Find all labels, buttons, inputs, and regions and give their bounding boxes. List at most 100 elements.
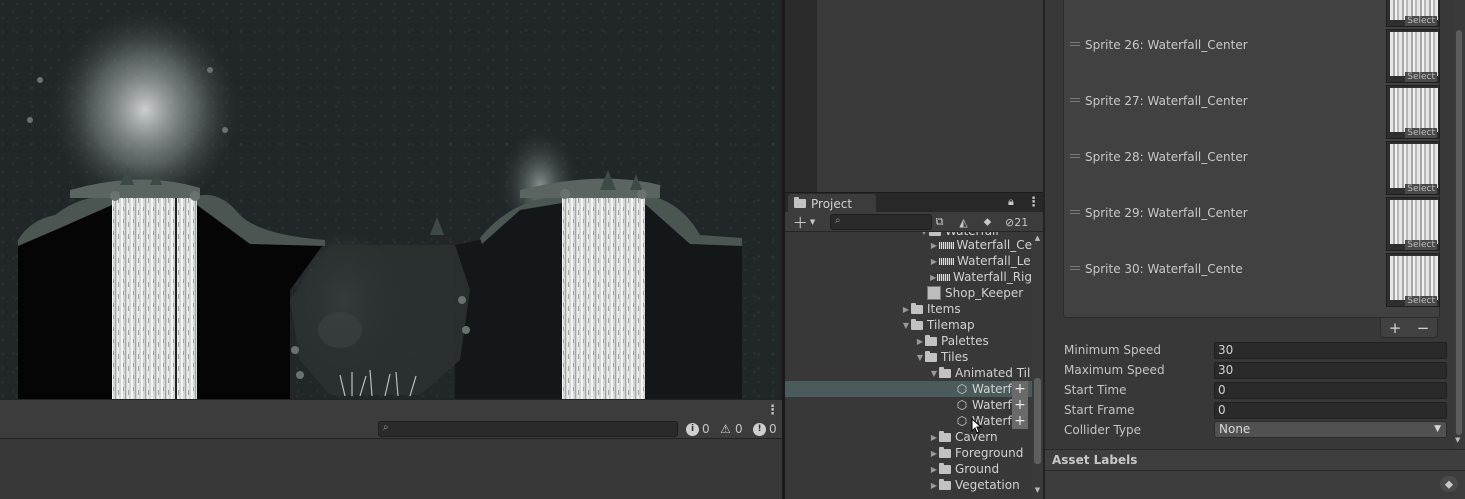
select-label[interactable]: Select (1405, 296, 1437, 306)
info-count: 0 (702, 422, 710, 436)
tree-item[interactable]: ▼ Animated Til (785, 365, 1032, 381)
sprite-list-item[interactable]: Sprite 28: Waterfall_Center Select (1064, 141, 1441, 197)
console-log-area (0, 439, 782, 499)
start-frame-label: Start Frame (1064, 403, 1135, 417)
project-tree[interactable]: ▼Waterfall ▶Waterfall_Ce ▶Waterfall_Le ▶… (785, 232, 1032, 499)
project-search-input[interactable]: ⌕ (830, 214, 932, 230)
collider-type-dropdown[interactable]: None ▼ (1214, 421, 1447, 438)
select-label[interactable]: Select (1405, 184, 1437, 194)
sprite-thumbnail[interactable]: Select (1386, 29, 1440, 83)
chevron-down-icon: ▼ (1434, 424, 1441, 434)
drag-handle-icon[interactable] (1070, 210, 1080, 214)
console-warning-toggle[interactable]: ⚠ 0 (719, 421, 743, 437)
lock-icon[interactable]: 🔒︎ (1008, 195, 1014, 209)
tree-item[interactable]: ▶ Vegetation (785, 477, 1032, 493)
tree-item[interactable]: ▶ Waterfall_Le (785, 253, 1032, 269)
error-count: 0 (769, 422, 777, 436)
start-frame-field[interactable]: 0 (1214, 402, 1447, 419)
tree-item[interactable]: ⬡ Waterf + (785, 397, 1032, 413)
folder-icon (929, 232, 941, 236)
tree-item[interactable]: ▶ Cavern (785, 429, 1032, 445)
scroll-down-icon[interactable]: ▼ (1455, 436, 1460, 444)
tree-item[interactable]: ▼ Tilemap (785, 317, 1032, 333)
hidden-packages-toggle[interactable]: ⊘ 21 (1005, 214, 1039, 230)
tree-item[interactable]: ⬡ Waterf + (785, 413, 1032, 429)
folder-icon (911, 318, 923, 330)
mouse-cursor-icon (971, 418, 983, 434)
waterfall-tile-left (112, 198, 197, 399)
console-error-toggle[interactable]: ! 0 (753, 421, 777, 437)
folder-icon (939, 430, 951, 442)
tag-icon[interactable]: ⬥ (1440, 476, 1458, 492)
tree-item[interactable]: ▶ Foreground (785, 445, 1032, 461)
min-speed-label: Minimum Speed (1064, 343, 1162, 357)
create-dropdown-button[interactable]: ＋ ▼ (791, 214, 817, 232)
add-icon[interactable]: + (1012, 381, 1028, 397)
project-toolbar: ＋ ▼ ⌕ ⧉ ◭ ⬥ ⊘ 21 (785, 212, 1043, 232)
project-scrollbar[interactable]: ▲ ▼ (1032, 232, 1043, 499)
sprite-thumbnail[interactable]: Select (1386, 141, 1440, 195)
search-icon: ⌕ (383, 422, 389, 433)
start-time-field[interactable]: 0 (1214, 382, 1447, 399)
project-tab-bar: Project 🔒︎ ⋮ (785, 192, 1043, 213)
inspector-panel: Select Sprite 26: Waterfall_Center Selec… (1045, 0, 1465, 499)
sprite-list-item[interactable]: Sprite 30: Waterfall_Cente Select (1064, 253, 1441, 309)
scroll-down-icon[interactable]: ▼ (1032, 486, 1043, 494)
error-icon: ! (753, 422, 766, 436)
sprite-list-item[interactable]: Sprite 26: Waterfall_Center Select (1064, 29, 1441, 85)
sprite-thumbnail[interactable]: Select (1386, 85, 1440, 139)
tree-item-selected[interactable]: ⬡ Waterf + (785, 381, 1032, 397)
tree-item[interactable]: ▶ Waterfall_Ce (785, 237, 1032, 253)
folder-icon (925, 334, 937, 346)
add-icon[interactable]: + (1012, 413, 1028, 429)
drag-handle-icon[interactable] (1070, 266, 1080, 270)
remove-element-button[interactable]: − (1417, 319, 1430, 337)
add-element-button[interactable]: + (1389, 319, 1402, 337)
tree-item[interactable]: ▶ Palettes (785, 333, 1032, 349)
add-icon[interactable]: + (1012, 397, 1028, 413)
sprite-thumbnail[interactable]: Select (1386, 253, 1440, 307)
filter-by-label-icon[interactable]: ◭ (955, 214, 972, 230)
scene-view[interactable] (0, 0, 782, 399)
asset-labels-header[interactable]: Asset Labels (1045, 449, 1465, 471)
scrollbar-thumb[interactable] (1456, 30, 1462, 435)
scroll-up-icon[interactable]: ▲ (1032, 234, 1043, 242)
tree-item[interactable]: ▶ Waterfall_Rig (785, 269, 1032, 285)
tab-project[interactable]: Project (788, 194, 876, 213)
sprite-thumbnail[interactable]: Select (1386, 0, 1440, 27)
console-menu-icon[interactable]: ⋮ (766, 404, 779, 417)
tile-asset-icon: ⬡ (956, 414, 968, 428)
tag-icon[interactable]: ⬥ (979, 214, 996, 230)
min-speed-field[interactable]: 30 (1214, 342, 1447, 359)
animated-sprites-list: Select Sprite 26: Waterfall_Center Selec… (1063, 0, 1440, 318)
max-speed-field[interactable]: 30 (1214, 362, 1447, 379)
sprite-thumbnail[interactable]: Select (1386, 197, 1440, 251)
search-by-type-icon[interactable]: ⧉ (931, 214, 948, 230)
asset-labels-area: ⬥ (1045, 471, 1465, 499)
console-search-input[interactable]: ⌕ (378, 421, 678, 437)
inspector-scrollbar[interactable]: ▼ (1453, 0, 1465, 449)
sprite-list-item[interactable]: Sprite 29: Waterfall_Center Select (1064, 197, 1441, 253)
select-label[interactable]: Select (1405, 128, 1437, 138)
scrollbar-thumb[interactable] (1034, 378, 1041, 464)
tree-item[interactable]: Shop_Keeper (785, 285, 1032, 301)
tree-item[interactable]: ▶ Ground (785, 461, 1032, 477)
drag-handle-icon[interactable] (1070, 154, 1080, 158)
select-label[interactable]: Select (1405, 240, 1437, 250)
max-speed-label: Maximum Speed (1064, 363, 1165, 377)
list-add-remove: + − (1380, 318, 1438, 338)
collider-type-value: None (1219, 422, 1251, 436)
folder-icon (939, 462, 951, 474)
console-header: ⋮ (0, 399, 782, 419)
select-label[interactable]: Select (1405, 16, 1437, 26)
drag-handle-icon[interactable] (1070, 42, 1080, 46)
project-menu-icon[interactable]: ⋮ (1027, 196, 1040, 209)
folder-icon (911, 302, 923, 314)
select-label[interactable]: Select (1405, 72, 1437, 82)
tree-item[interactable]: ▶ Items (785, 301, 1032, 317)
info-icon: i (686, 422, 699, 436)
tree-item[interactable]: ▼ Tiles (785, 349, 1032, 365)
drag-handle-icon[interactable] (1070, 98, 1080, 102)
console-info-toggle[interactable]: i 0 (686, 421, 710, 437)
sprite-list-item[interactable]: Sprite 27: Waterfall_Center Select (1064, 85, 1441, 141)
